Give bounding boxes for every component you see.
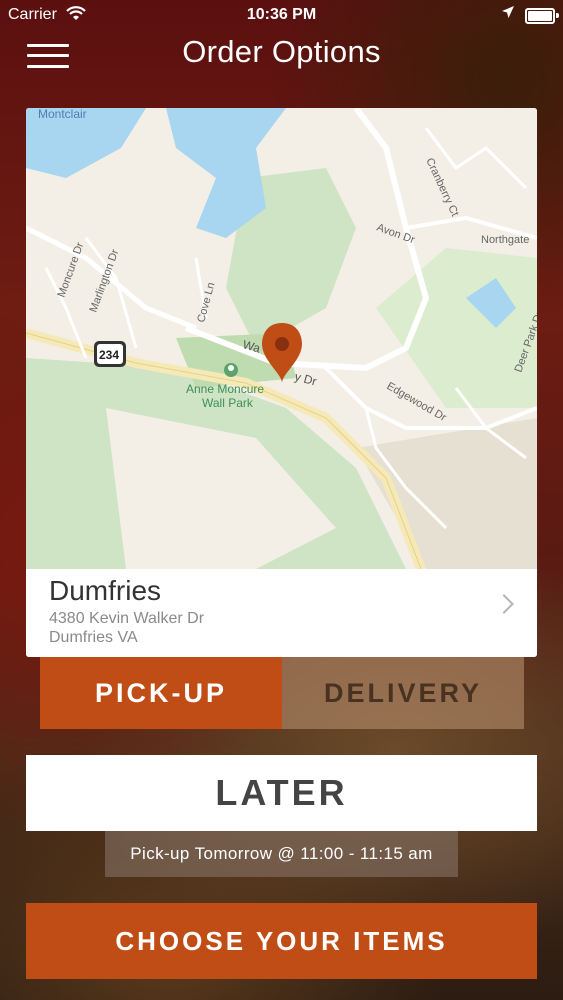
- map-label-park-1: Anne Moncure: [186, 382, 264, 396]
- store-map[interactable]: Montclair Moncure Dr Marlington Dr Cove …: [26, 108, 537, 569]
- store-card: Montclair Moncure Dr Marlington Dr Cove …: [26, 108, 537, 658]
- page-title: Order Options: [182, 34, 381, 69]
- store-info[interactable]: Dumfries 4380 Kevin Walker Dr Dumfries V…: [26, 569, 537, 657]
- later-button[interactable]: LATER: [26, 755, 537, 831]
- clock: 10:36 PM: [246, 6, 317, 23]
- battery-icon: [525, 8, 555, 24]
- pickup-time-label: Pick-up Tomorrow @ 11:00 - 11:15 am: [105, 831, 458, 877]
- map-label-park-2: Wall Park: [202, 396, 254, 410]
- delivery-toggle[interactable]: DELIVERY: [282, 657, 524, 729]
- location-arrow-icon: [501, 5, 515, 24]
- park-icon: [224, 363, 238, 377]
- pickup-toggle[interactable]: PICK-UP: [40, 657, 282, 729]
- map-label-montclair: Montclair: [38, 108, 87, 121]
- chevron-right-icon[interactable]: [494, 594, 514, 614]
- store-address-line1: 4380 Kevin Walker Dr: [49, 610, 205, 627]
- store-name: Dumfries: [49, 575, 162, 606]
- choose-items-button[interactable]: CHOOSE YOUR ITEMS: [26, 903, 537, 979]
- store-address-line2: Dumfries VA: [49, 629, 138, 646]
- battery-tip: [556, 13, 559, 18]
- status-bar: Carrier 10:36 PM: [0, 0, 563, 30]
- map-label-northgate: Northgate: [481, 234, 529, 246]
- map-label-route: 234: [99, 348, 119, 362]
